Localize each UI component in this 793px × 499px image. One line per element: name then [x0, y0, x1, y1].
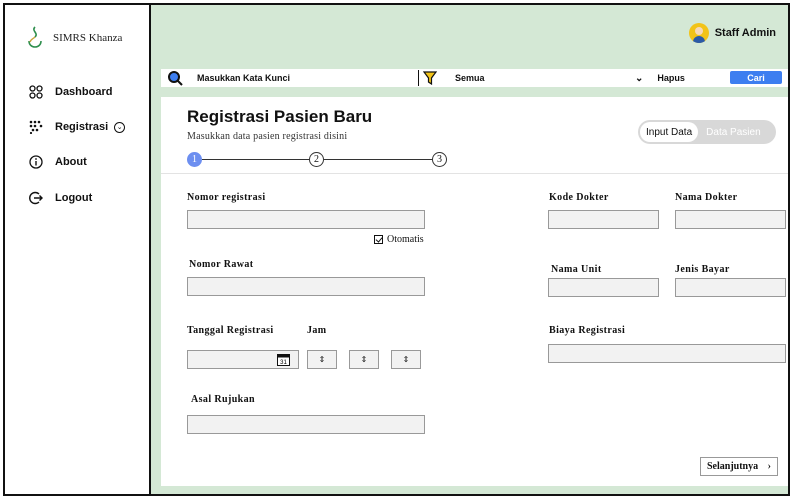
view-toggle: Input Data Data Pasien	[638, 120, 776, 144]
filter-icon[interactable]	[423, 71, 437, 85]
hour-select[interactable]: ⇕	[307, 350, 337, 369]
sidebar-item-label: About	[55, 156, 87, 168]
user-menu[interactable]: Staff Admin	[688, 23, 776, 43]
search-input[interactable]: Masukkan Kata Kunci	[197, 73, 412, 83]
label-kode-dokter: Kode Dokter	[549, 192, 609, 203]
chevron-right-icon: ›	[767, 461, 771, 472]
sidebar-item-label: Dashboard	[55, 86, 113, 98]
user-name: Staff Admin	[714, 27, 776, 39]
logout-icon	[27, 189, 45, 207]
next-button[interactable]: Selanjutnya ›	[700, 457, 778, 476]
label-nama-dokter: Nama Dokter	[675, 192, 738, 203]
nomor-registrasi-input[interactable]	[187, 210, 425, 229]
grid-icon	[27, 83, 45, 101]
label-jenis-bayar: Jenis Bayar	[675, 264, 730, 275]
tab-data-pasien[interactable]: Data Pasien	[706, 127, 760, 138]
page-subtitle: Masukkan data pasien registrasi disini	[187, 131, 348, 142]
tanggal-registrasi-input[interactable]: 31	[187, 350, 299, 369]
app-window: SIMRS Khanza Dashboard Registrasi ⌄ Abou…	[3, 3, 790, 496]
sidebar-item-logout[interactable]: Logout	[27, 189, 92, 207]
label-biaya-registrasi: Biaya Registrasi	[549, 325, 626, 336]
step-2[interactable]: 2	[309, 152, 324, 167]
calendar-day: 31	[280, 360, 287, 366]
next-button-label: Selanjutnya	[707, 461, 759, 472]
label-asal-rujukan: Asal Rujukan	[191, 394, 255, 405]
brand-name: SIMRS Khanza	[53, 32, 123, 44]
divider	[418, 70, 419, 86]
step-1[interactable]: 1	[187, 152, 202, 167]
sidebar-item-registrasi[interactable]: Registrasi ⌄	[27, 118, 126, 136]
minute-select[interactable]: ⇕	[349, 350, 379, 369]
avatar	[688, 23, 709, 43]
page-title: Registrasi Pasien Baru	[187, 107, 373, 126]
main-area: Staff Admin Masukkan Kata Kunci Semua ⌄ …	[151, 5, 788, 494]
brand: SIMRS Khanza	[25, 25, 122, 51]
stepper: 1 2 3	[187, 152, 453, 168]
nomor-rawat-input[interactable]	[187, 277, 425, 296]
second-select[interactable]: ⇕	[391, 350, 421, 369]
sidebar-item-about[interactable]: About	[27, 153, 87, 171]
label-nomor-registrasi: Nomor registrasi	[187, 192, 266, 203]
label-jam: Jam	[307, 325, 327, 336]
biaya-registrasi-input[interactable]	[548, 344, 786, 363]
kode-dokter-input[interactable]	[548, 210, 659, 229]
filter-select[interactable]: Semua	[455, 73, 595, 83]
search-button[interactable]: Cari	[730, 71, 782, 84]
otomatis-checkbox[interactable]: Otomatis	[374, 234, 424, 245]
step-connector	[202, 159, 309, 160]
label-tanggal-registrasi: Tanggal Registrasi	[187, 325, 274, 336]
info-icon	[27, 153, 45, 171]
calendar-icon[interactable]: 31	[277, 353, 290, 366]
label-nomor-rawat: Nomor Rawat	[189, 259, 254, 270]
nama-unit-input[interactable]	[548, 278, 659, 297]
registration-form: Registrasi Pasien Baru Masukkan data pas…	[161, 97, 788, 486]
jenis-bayar-input[interactable]	[675, 278, 786, 297]
checkbox-icon[interactable]	[374, 235, 383, 244]
asal-rujukan-input[interactable]	[187, 415, 425, 434]
step-3[interactable]: 3	[432, 152, 447, 167]
checkbox-label: Otomatis	[387, 234, 424, 245]
sidebar-item-dashboard[interactable]: Dashboard	[27, 83, 112, 101]
dots-grid-icon	[27, 118, 45, 136]
chevron-down-icon[interactable]: ⌄	[114, 121, 126, 133]
chevron-down-icon[interactable]: ⌄	[635, 73, 643, 84]
form-header: Registrasi Pasien Baru Masukkan data pas…	[161, 97, 788, 174]
sidebar-item-label: Registrasi	[55, 121, 109, 133]
nama-dokter-input[interactable]	[675, 210, 786, 229]
search-bar: Masukkan Kata Kunci Semua ⌄ Hapus Cari	[161, 69, 788, 87]
label-nama-unit: Nama Unit	[551, 264, 602, 275]
tab-input-data[interactable]: Input Data	[640, 122, 699, 142]
search-icon[interactable]	[167, 70, 183, 86]
clear-button[interactable]: Hapus	[657, 73, 685, 83]
logo-icon	[28, 26, 42, 48]
sidebar-item-label: Logout	[55, 192, 93, 204]
sidebar: SIMRS Khanza Dashboard Registrasi ⌄ Abou…	[5, 5, 151, 494]
step-connector	[324, 159, 432, 160]
